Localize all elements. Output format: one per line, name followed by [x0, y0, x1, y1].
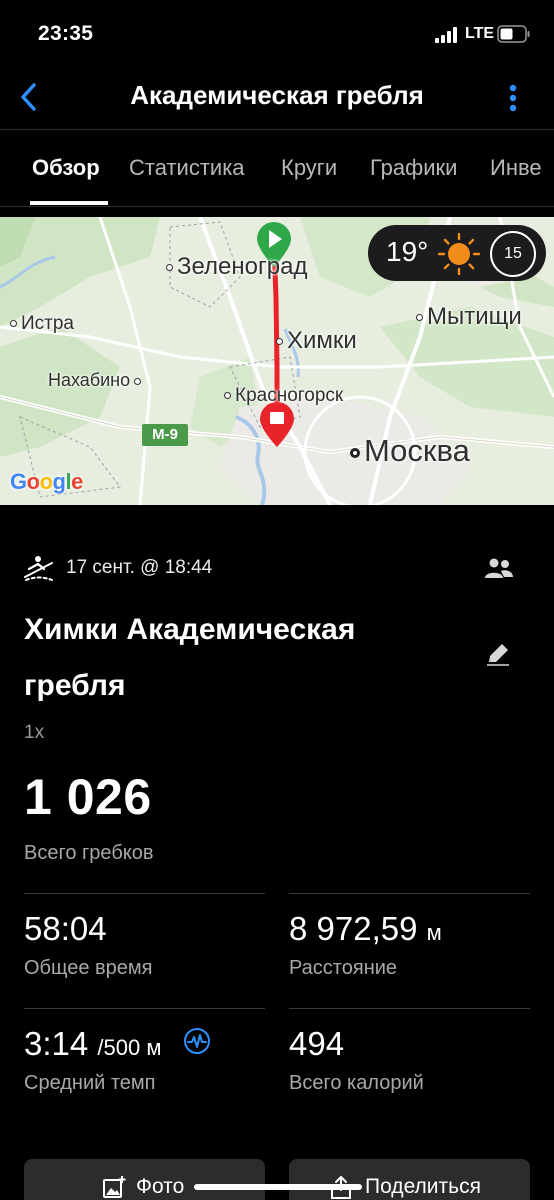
calories-value: 494: [289, 1025, 345, 1062]
wind-speed: 15: [504, 245, 522, 262]
weather-widget: 19° 15: [368, 225, 546, 281]
share-button-label: Поделиться: [365, 1175, 481, 1198]
map-attribution: Google: [10, 469, 83, 494]
map-label-zelenograd: Зеленоград: [166, 253, 307, 281]
divider: [24, 893, 265, 894]
total-time-value: 58:04: [24, 910, 107, 947]
map-label-nakhabino: Нахабино: [48, 370, 142, 391]
home-indicator: [194, 1184, 362, 1190]
photo-button[interactable]: Фото: [24, 1159, 265, 1200]
boat-type: 1x: [24, 722, 45, 743]
activity-title: Химки Академическая гребля: [24, 613, 356, 702]
activity-date: 17 сент. @ 18:44: [66, 557, 213, 578]
total-strokes-label: Всего гребков: [24, 842, 154, 864]
map-label-krasnogorsk: Красногорск: [224, 385, 343, 407]
tab-statistics[interactable]: Статистика: [129, 155, 245, 181]
photo-button-label: Фото: [136, 1175, 185, 1198]
avg-pace-label: Средний темп: [24, 1072, 156, 1094]
status-bar: 23:35 LTE: [0, 0, 554, 66]
divider: [289, 1008, 530, 1009]
active-tab-indicator: [30, 201, 108, 205]
pulse-icon[interactable]: [183, 1027, 211, 1055]
road-badge: M-9: [142, 424, 188, 446]
tab-bar: Обзор Статистика Круги Графики Инве: [0, 131, 554, 207]
signal-icon: [435, 27, 457, 43]
distance-label: Расстояние: [289, 957, 398, 979]
map-label-khimki: Химки: [276, 327, 357, 355]
pencil-icon[interactable]: [484, 640, 512, 668]
people-icon[interactable]: [484, 556, 514, 582]
battery-icon: [497, 25, 530, 43]
avg-pace-value: 3:14 /500 м: [24, 1025, 162, 1062]
route-map[interactable]: Зеленоград Истра Химки Мытищи Нахабино К…: [0, 217, 554, 505]
distance-value: 8 972,59 м: [289, 910, 442, 947]
share-button[interactable]: Поделиться: [289, 1159, 530, 1200]
rowing-icon: [24, 556, 53, 581]
weather-temperature: 19°: [386, 236, 429, 267]
back-arrow-icon[interactable]: [14, 80, 44, 114]
nav-header: Академическая гребля: [0, 66, 554, 130]
map-label-istra: Истра: [10, 313, 74, 335]
status-time: 23:35: [38, 22, 94, 45]
tab-laps[interactable]: Круги: [281, 155, 337, 181]
page-title: Академическая гребля: [130, 80, 424, 110]
map-label-mytishchi: Мытищи: [416, 303, 522, 331]
network-label: LTE: [465, 25, 495, 42]
more-vertical-icon[interactable]: [498, 81, 528, 115]
tab-equipment[interactable]: Инве: [490, 155, 542, 181]
divider: [289, 893, 530, 894]
wind-icon: 15: [490, 231, 536, 277]
tab-overview[interactable]: Обзор: [32, 155, 100, 181]
map-label-moskva: Москва: [350, 433, 470, 469]
calories-label: Всего калорий: [289, 1072, 424, 1094]
total-time-label: Общее время: [24, 957, 153, 979]
total-strokes-value: 1 026: [24, 769, 152, 825]
sun-icon: [438, 233, 480, 275]
add-photo-icon: [103, 1176, 126, 1198]
tab-charts[interactable]: Графики: [370, 155, 457, 181]
divider: [24, 1008, 265, 1009]
